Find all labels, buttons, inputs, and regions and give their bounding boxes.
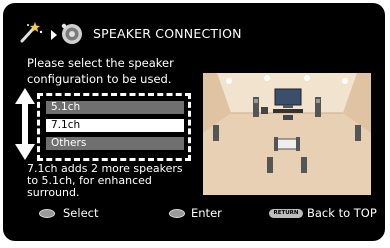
listening-position-icon [274,137,300,151]
header: SPEAKER CONNECTION [3,3,385,45]
page-title: SPEAKER CONNECTION [93,26,242,41]
surround-back-left-speaker-icon [267,157,273,173]
instruction-line: configuration to be used. [27,72,172,86]
front-left-speaker-icon [253,97,259,117]
surround-left-speaker-icon [213,125,219,141]
footer-hints: Select Enter RETURN Back to TOP [3,201,385,223]
setup-screen: SPEAKER CONNECTION Please select the spe… [3,3,385,241]
subwoofer-icon [261,107,268,114]
option-others[interactable]: Others [46,137,184,150]
surround-right-speaker-icon [355,125,361,141]
speaker-config-list[interactable]: 5.1ch 7.1ch Others [37,93,191,161]
speaker-layout-illustration [203,73,371,195]
front-right-speaker-icon [315,97,321,117]
option-5-1ch[interactable]: 5.1ch [46,101,184,114]
back-to-top-hint: Back to TOP [307,206,377,220]
surround-back-right-speaker-icon [301,157,307,173]
breadcrumb-arrow-icon [51,30,57,40]
enter-button-icon [169,209,185,218]
return-button-icon: RETURN [269,209,303,218]
enter-hint: Enter [191,206,222,220]
option-label: 7.1ch [51,119,81,131]
magic-wand-icon [20,22,43,43]
instruction-text: Please select the speaker configuration … [27,55,207,87]
option-label: Others [51,137,87,149]
instruction-line: Please select the speaker [27,56,174,70]
option-7-1ch[interactable]: 7.1ch [46,119,184,132]
option-description: 7.1ch adds 2 more speakers to 5.1ch, for… [27,163,197,199]
center-speaker-icon [283,115,293,120]
select-hint: Select [63,206,99,220]
option-label: 5.1ch [51,101,81,113]
description-line: surround. [27,186,80,199]
tv-icon [273,88,303,113]
up-down-arrow-icon [15,88,35,160]
speaker-setup-icon [61,23,82,44]
select-button-icon [39,209,55,218]
